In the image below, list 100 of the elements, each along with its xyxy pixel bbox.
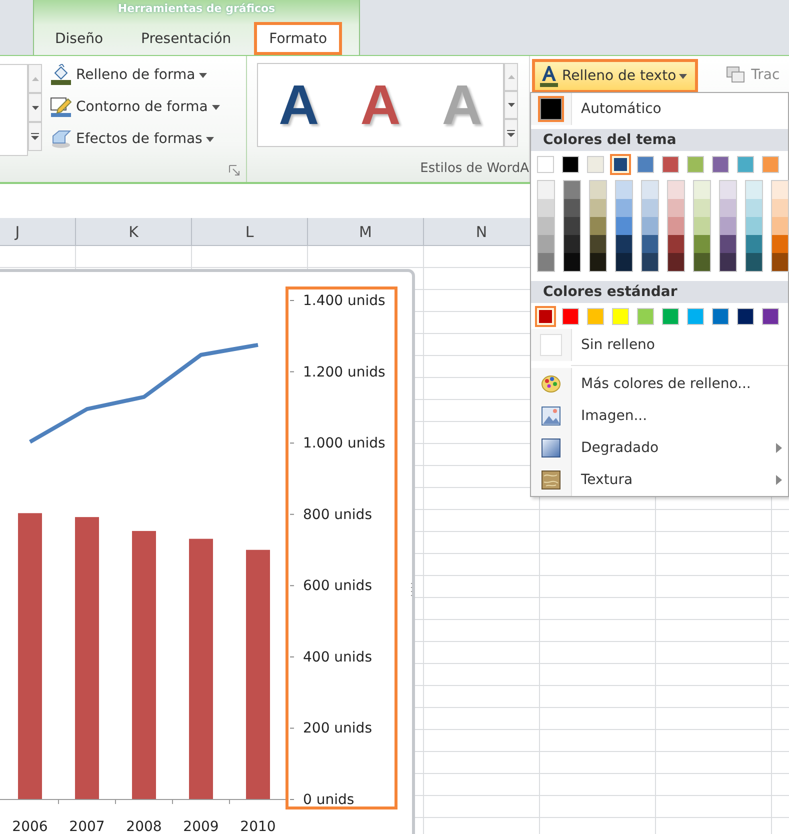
- scroll-down-button[interactable]: [504, 91, 518, 119]
- color-swatch[interactable]: [538, 253, 554, 271]
- menu-item[interactable]: Automático: [572, 101, 662, 117]
- color-swatch[interactable]: [694, 217, 710, 235]
- column-header[interactable]: J: [0, 218, 76, 245]
- color-swatch[interactable]: [537, 156, 554, 173]
- color-swatch[interactable]: [642, 253, 658, 271]
- color-swatch[interactable]: [762, 308, 779, 325]
- color-swatch[interactable]: [637, 308, 654, 325]
- menu-item[interactable]: Más colores de relleno...: [531, 368, 788, 400]
- color-swatch[interactable]: [772, 235, 788, 253]
- color-swatch[interactable]: [712, 156, 729, 173]
- color-swatch[interactable]: [746, 181, 762, 199]
- text-fill-button[interactable]: Relleno de texto: [532, 59, 698, 93]
- color-swatch[interactable]: [612, 308, 629, 325]
- color-swatch[interactable]: [746, 217, 762, 235]
- more-button[interactable]: [504, 119, 518, 147]
- color-swatch[interactable]: [746, 235, 762, 253]
- color-swatch[interactable]: [616, 235, 632, 253]
- color-swatch[interactable]: [590, 199, 606, 217]
- color-swatch[interactable]: [694, 235, 710, 253]
- color-swatch[interactable]: [668, 181, 684, 199]
- color-swatch[interactable]: [562, 156, 579, 173]
- ribbon-tab[interactable]: Formato: [254, 22, 342, 55]
- color-swatch[interactable]: [772, 217, 788, 235]
- shape-command-button[interactable]: Relleno de forma: [50, 62, 220, 88]
- color-swatch[interactable]: [662, 156, 679, 173]
- color-swatch[interactable]: [668, 217, 684, 235]
- color-swatch[interactable]: [687, 308, 704, 325]
- menu-item[interactable]: Sin relleno: [531, 329, 788, 361]
- color-swatch[interactable]: [538, 235, 554, 253]
- paint-bucket-icon: [50, 64, 72, 86]
- color-swatch[interactable]: [637, 156, 654, 173]
- color-swatch[interactable]: [642, 235, 658, 253]
- color-swatch[interactable]: [616, 217, 632, 235]
- color-swatch[interactable]: [538, 181, 554, 199]
- color-swatch[interactable]: [564, 181, 580, 199]
- color-swatch[interactable]: [642, 217, 658, 235]
- scroll-down-button[interactable]: [28, 93, 42, 122]
- y-axis-label: 1.200 unids: [303, 364, 386, 380]
- color-swatch[interactable]: [772, 199, 788, 217]
- color-swatch[interactable]: [616, 181, 632, 199]
- color-swatch[interactable]: [720, 199, 736, 217]
- more-icon: [31, 133, 39, 140]
- color-swatch[interactable]: [712, 308, 729, 325]
- color-swatch[interactable]: [772, 253, 788, 271]
- picture-icon: [541, 406, 561, 426]
- color-swatch[interactable]: [590, 217, 606, 235]
- y-axis-label: 800 unids: [303, 506, 372, 523]
- column-header[interactable]: M: [308, 218, 424, 245]
- more-button[interactable]: [28, 122, 42, 151]
- color-swatch[interactable]: [538, 217, 554, 235]
- color-swatch[interactable]: [564, 199, 580, 217]
- color-swatch[interactable]: [762, 156, 779, 173]
- shape-command-button[interactable]: Efectos de formas: [50, 126, 220, 152]
- color-swatch[interactable]: [590, 235, 606, 253]
- color-swatch[interactable]: [562, 308, 579, 325]
- color-swatch[interactable]: [737, 156, 754, 173]
- color-swatch[interactable]: [746, 199, 762, 217]
- ribbon-tab[interactable]: Diseño: [40, 22, 118, 55]
- color-swatch[interactable]: [668, 199, 684, 217]
- ribbon-tab[interactable]: Presentación: [126, 22, 246, 55]
- color-swatch[interactable]: [587, 308, 604, 325]
- color-swatch[interactable]: [720, 235, 736, 253]
- wordart-style[interactable]: A: [278, 75, 320, 135]
- menu-item[interactable]: Imagen...: [531, 400, 788, 432]
- color-swatch[interactable]: [694, 181, 710, 199]
- color-swatch[interactable]: [772, 181, 788, 199]
- color-swatch[interactable]: [720, 217, 736, 235]
- color-swatch[interactable]: [564, 217, 580, 235]
- menu-item[interactable]: Degradado: [531, 432, 788, 464]
- color-swatch[interactable]: [616, 253, 632, 271]
- color-swatch[interactable]: [590, 253, 606, 271]
- color-swatch[interactable]: [538, 199, 554, 217]
- color-swatch[interactable]: [642, 181, 658, 199]
- color-swatch[interactable]: [616, 199, 632, 217]
- column-header[interactable]: K: [76, 218, 192, 245]
- color-swatch[interactable]: [564, 253, 580, 271]
- color-swatch[interactable]: [668, 253, 684, 271]
- color-swatch[interactable]: [662, 308, 679, 325]
- color-swatch[interactable]: [746, 253, 762, 271]
- dialog-launcher-icon[interactable]: [229, 165, 240, 176]
- color-swatch[interactable]: [720, 253, 736, 271]
- wordart-style[interactable]: A: [360, 75, 401, 135]
- color-swatch[interactable]: [590, 181, 606, 199]
- color-swatch[interactable]: [668, 235, 684, 253]
- gradient-square-icon: [541, 438, 561, 458]
- color-swatch[interactable]: [694, 199, 710, 217]
- shape-command-button[interactable]: Contorno de forma: [50, 94, 220, 120]
- color-swatch[interactable]: [564, 235, 580, 253]
- color-swatch[interactable]: [540, 98, 562, 120]
- color-swatch[interactable]: [587, 156, 604, 173]
- color-swatch[interactable]: [642, 199, 658, 217]
- color-swatch[interactable]: [694, 253, 710, 271]
- column-header[interactable]: L: [192, 218, 308, 245]
- color-swatch[interactable]: [687, 156, 704, 173]
- texture-icon: [541, 470, 561, 490]
- color-swatch[interactable]: [720, 181, 736, 199]
- color-swatch[interactable]: [737, 308, 754, 325]
- menu-item[interactable]: Textura: [531, 464, 788, 496]
